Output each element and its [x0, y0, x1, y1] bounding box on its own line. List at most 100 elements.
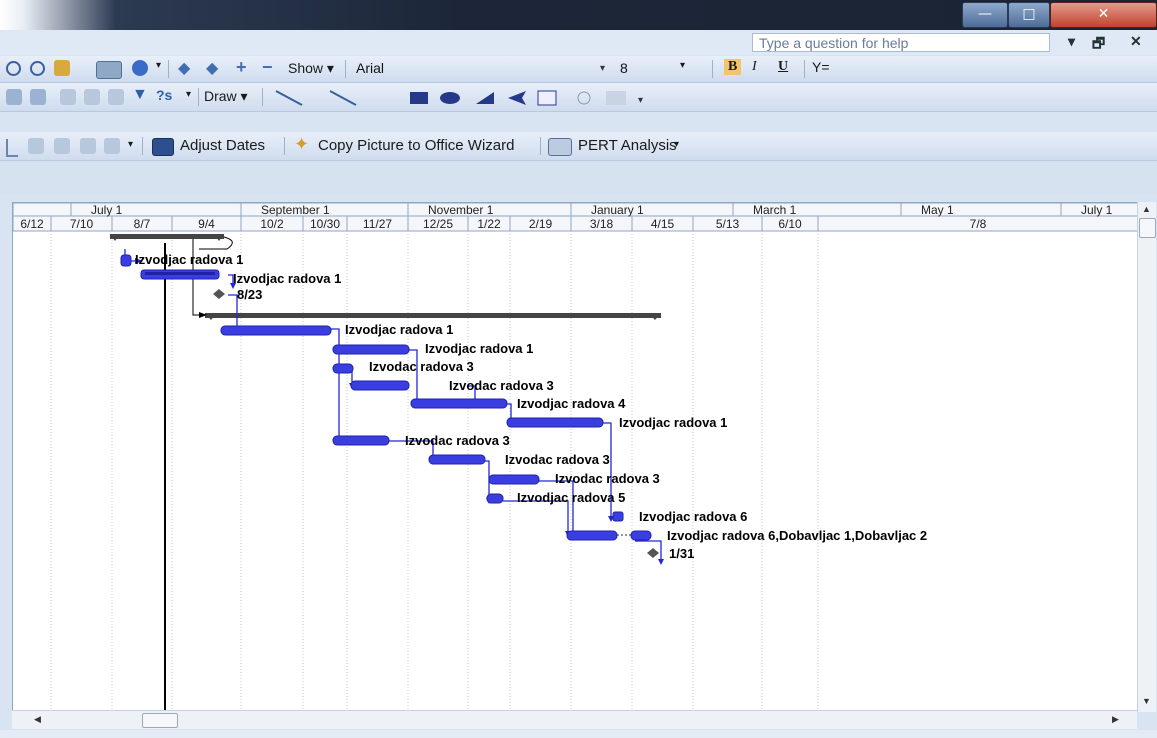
cycle-fill-icon[interactable]	[577, 91, 591, 105]
toolbar-options-icon[interactable]: ▾	[638, 95, 643, 106]
milestone-1[interactable]	[213, 289, 225, 299]
font-name-select[interactable]: Arial	[350, 59, 600, 78]
timescale-major-label: January 1	[591, 203, 644, 217]
zoom-in-icon[interactable]	[6, 61, 21, 76]
hide-subtasks-icon[interactable]: −	[262, 57, 273, 78]
wbs-icon[interactable]	[28, 138, 44, 154]
vertical-scroll-thumb[interactable]	[1139, 218, 1156, 238]
toolbar-options-icon[interactable]: ▾	[156, 60, 161, 71]
mdi-restore-button[interactable]: 🗗	[1092, 33, 1105, 57]
gantt-view: July 1 September 1 November 1 January 1 Marc…	[0, 194, 1157, 738]
horizontal-scroll-thumb[interactable]	[142, 713, 178, 728]
arc-tool-icon[interactable]	[476, 92, 494, 104]
bold-button[interactable]: B	[724, 59, 742, 75]
maximize-button[interactable]: □	[1008, 2, 1050, 28]
font-size-select[interactable]: ▾ 8	[600, 59, 718, 78]
timescale-major-label: July 1	[1081, 203, 1113, 217]
unlink-tasks-icon[interactable]	[30, 89, 46, 105]
draw-menu-button[interactable]: Draw ▾	[204, 88, 248, 105]
task-notes-icon[interactable]	[108, 89, 124, 105]
toolbar-options-icon[interactable]: ▾	[186, 89, 191, 100]
scroll-up-icon[interactable]: ▲	[1142, 204, 1151, 214]
pert-analysis-button[interactable]: PERT Analysis	[578, 137, 677, 154]
copy-picture-wizard-button[interactable]: Copy Picture to Office Wizard	[318, 137, 514, 154]
timescale-minor-label: 11/27	[363, 217, 392, 231]
split-task-icon[interactable]	[60, 89, 76, 105]
polygon-tool-icon[interactable]	[508, 91, 526, 105]
show-subtasks-icon[interactable]: +	[236, 57, 247, 78]
sort-icon[interactable]	[80, 138, 96, 154]
help-search-input[interactable]: Type a question for help	[752, 33, 1050, 52]
task-bar-14a[interactable]	[566, 530, 618, 541]
move-icon[interactable]	[104, 138, 120, 154]
textbox-tool-icon[interactable]	[537, 90, 557, 106]
italic-button[interactable]: I	[752, 59, 757, 75]
task-bar-14b[interactable]	[630, 530, 652, 541]
task-label-13: Izvodjac radova 6	[639, 509, 747, 524]
indent-right-icon[interactable]: ◆	[206, 58, 218, 78]
timescale-minor-label: 12/25	[423, 217, 453, 231]
timescale-minor-label: 3/18	[590, 217, 614, 231]
task-bar-13[interactable]	[612, 511, 624, 522]
task-bar-3[interactable]	[220, 325, 332, 336]
toolbar-options-icon[interactable]: ▾	[674, 139, 679, 150]
gantt-chart[interactable]: July 1 September 1 November 1 January 1 Marc…	[12, 202, 1139, 712]
milestone-2[interactable]	[647, 548, 659, 558]
task-bar-5[interactable]	[332, 363, 354, 374]
outline-icon[interactable]	[6, 139, 18, 157]
oval-tool-icon[interactable]	[440, 92, 460, 104]
task-bar-7[interactable]	[410, 398, 508, 409]
minimize-button[interactable]: —	[962, 2, 1008, 28]
link-tasks-icon[interactable]	[6, 89, 22, 105]
task-bar-4[interactable]	[332, 344, 410, 355]
timescale-minor-label: 4/15	[651, 217, 675, 231]
help-icon[interactable]	[132, 60, 148, 76]
filter-button[interactable]: Y=	[812, 59, 830, 75]
task-label-4: Izvodjac radova 1	[425, 341, 533, 356]
toolbar-options-icon[interactable]: ▾	[128, 139, 133, 150]
task-bar-10[interactable]	[428, 454, 486, 465]
close-button[interactable]: ✕	[1050, 2, 1157, 28]
arrow-tool-icon[interactable]	[329, 90, 357, 106]
timescale-minor-label: 8/7	[134, 217, 151, 231]
timescale-major-label: July 1	[91, 203, 123, 217]
scroll-down-icon[interactable]: ▼	[1142, 696, 1151, 706]
font-name-value: Arial	[356, 60, 385, 76]
task-bar-11[interactable]	[488, 474, 540, 485]
scroll-right-icon[interactable]: ▶	[1112, 714, 1119, 725]
renumber-icon[interactable]	[54, 138, 70, 154]
timescale-major-label: September 1	[261, 203, 330, 217]
task-bar-9[interactable]	[332, 435, 390, 446]
toolbar-separator	[804, 60, 805, 78]
show-menu-button[interactable]: Show ▾	[288, 60, 334, 77]
pert-chart-icon	[548, 138, 572, 156]
underline-button[interactable]: U	[778, 59, 788, 75]
mdi-close-button[interactable]: ✕	[1130, 33, 1142, 50]
mdi-dropdown-icon[interactable]: ▾	[1068, 33, 1075, 50]
filter-funnel-icon[interactable]: ▼	[132, 86, 148, 104]
task-info-icon[interactable]	[84, 89, 100, 105]
zoom-out-icon[interactable]	[30, 61, 45, 76]
summary-task-2[interactable]	[205, 313, 661, 320]
help-pointer-icon[interactable]: ?s	[156, 87, 172, 103]
copy-picture-icon[interactable]	[96, 61, 122, 79]
gantt-svg: July 1 September 1 November 1 January 1 Marc…	[13, 203, 1138, 711]
task-bar-6[interactable]	[350, 380, 410, 391]
adjust-dates-button[interactable]: Adjust Dates	[180, 137, 265, 154]
scroll-left-icon[interactable]: ◀	[34, 714, 41, 725]
task-bar-12[interactable]	[486, 493, 504, 504]
toolbar-separator	[262, 88, 263, 106]
toolbar-separator	[168, 60, 169, 78]
goto-task-icon[interactable]	[54, 60, 70, 76]
task-bar-8[interactable]	[506, 417, 604, 428]
summary-task-1[interactable]	[110, 234, 233, 250]
font-size-arrow-icon[interactable]: ▾	[680, 60, 685, 71]
horizontal-scrollbar[interactable]: ◀ ▶	[12, 710, 1137, 729]
indent-left-icon[interactable]: ◆	[178, 58, 190, 78]
rectangle-tool-icon[interactable]	[410, 92, 428, 104]
milestone-label-2: 1/31	[669, 546, 694, 561]
line-tool-icon[interactable]	[275, 90, 303, 106]
vertical-scrollbar[interactable]: ▲ ▼	[1137, 202, 1156, 712]
attach-to-task-icon[interactable]	[606, 91, 626, 105]
task-bar-1[interactable]	[120, 254, 132, 267]
